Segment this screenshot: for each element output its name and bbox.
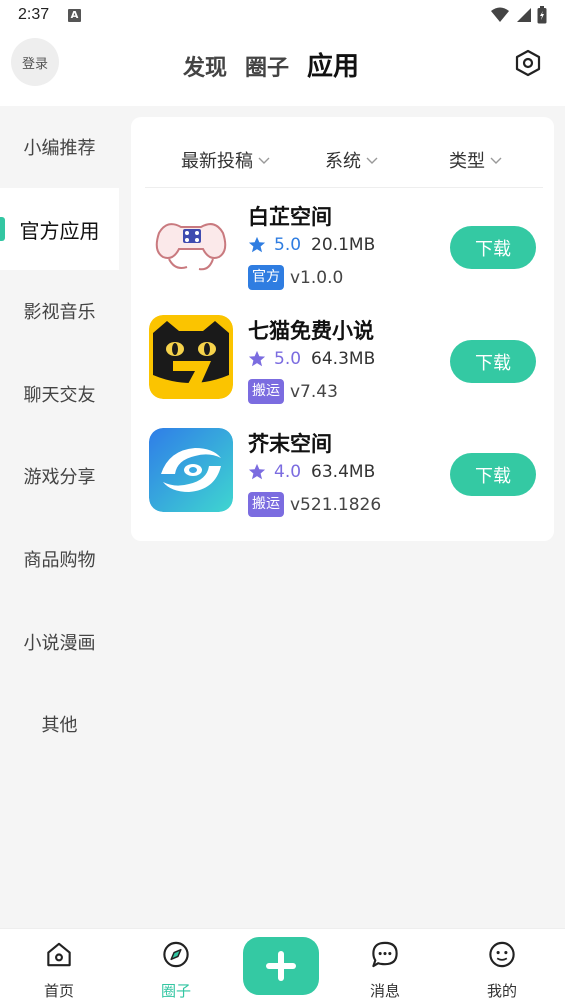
plus-icon xyxy=(266,951,296,981)
app-version: v7.43 xyxy=(290,381,338,402)
sidebar-item-label: 小编推荐 xyxy=(23,138,96,159)
sidebar-item-label: 其他 xyxy=(41,715,78,736)
nav-profile[interactable]: 我的 xyxy=(472,939,532,1001)
nav-label: 圈子 xyxy=(160,982,191,1000)
app-name: 芥末空间 xyxy=(248,432,332,456)
top-tabs: 发现 圈子 应用 xyxy=(183,46,359,83)
tab-apps[interactable]: 应用 xyxy=(307,46,359,83)
cat-seven-icon xyxy=(149,315,233,399)
nav-label: 首页 xyxy=(43,982,74,1000)
sidebar-item-label: 小说漫画 xyxy=(23,633,96,654)
status-bar: 2:37 A xyxy=(0,0,565,32)
bottom-nav: 首页 圈子 消息 我的 xyxy=(0,928,565,1004)
sidebar-item-label: 官方应用 xyxy=(19,218,100,243)
filter-latest[interactable]: 最新投稿 xyxy=(181,147,271,173)
swirl-icon xyxy=(149,428,233,512)
sidebar-item-video-music[interactable]: 影视音乐 xyxy=(0,270,119,352)
chat-icon xyxy=(372,941,398,968)
rating-line: 5.0 20.1MB xyxy=(248,235,375,255)
sidebar-item-game-share[interactable]: 游戏分享 xyxy=(0,435,119,517)
home-icon xyxy=(47,942,71,967)
list-item[interactable]: 七猫免费小说 5.0 64.3MB 搬运 v7.43 下载 xyxy=(131,305,554,417)
nav-home[interactable]: 首页 xyxy=(29,939,89,1001)
status-icons xyxy=(491,6,547,24)
notification-icon: A xyxy=(68,9,81,22)
app-name: 白芷空间 xyxy=(248,205,332,229)
battery-icon xyxy=(537,6,547,24)
status-time: 2:37 xyxy=(18,6,50,23)
app-rating: 4.0 xyxy=(274,462,302,482)
profile-icon xyxy=(489,941,515,968)
filter-type[interactable]: 类型 xyxy=(449,147,503,173)
tab-circle[interactable]: 圈子 xyxy=(245,50,289,82)
chevron-down-icon xyxy=(258,157,270,164)
app-size: 20.1MB xyxy=(311,235,376,255)
nav-circle[interactable]: 圈子 xyxy=(146,939,206,1001)
download-button[interactable]: 下载 xyxy=(450,453,536,496)
chevron-down-icon xyxy=(366,157,378,164)
sidebar-item-official-apps[interactable]: 官方应用 xyxy=(0,188,119,270)
app-version: v1.0.0 xyxy=(290,267,344,288)
filter-label: 系统 xyxy=(325,151,361,172)
star-icon xyxy=(248,463,266,480)
list-item[interactable]: 白芷空间 5.0 20.1MB 官方 v1.0.0 下载 xyxy=(131,191,554,303)
download-button[interactable]: 下载 xyxy=(450,340,536,383)
repost-badge: 搬运 xyxy=(248,492,284,517)
sidebar-item-label: 商品购物 xyxy=(23,550,96,571)
star-icon xyxy=(248,236,266,253)
sidebar-item-novel-comic[interactable]: 小说漫画 xyxy=(0,601,119,683)
nav-messages[interactable]: 消息 xyxy=(355,939,415,1001)
list-item[interactable]: 芥末空间 4.0 63.4MB 搬运 v521.1826 下载 xyxy=(131,418,554,530)
app-name: 七猫免费小说 xyxy=(248,319,374,343)
app-size: 64.3MB xyxy=(311,349,376,369)
app-rating: 5.0 xyxy=(274,349,302,369)
download-button[interactable]: 下载 xyxy=(450,226,536,269)
sidebar-item-other[interactable]: 其他 xyxy=(0,683,119,765)
sidebar-item-label: 游戏分享 xyxy=(23,467,96,488)
filter-bar: 最新投稿 系统 类型 xyxy=(145,117,543,188)
rating-line: 5.0 64.3MB xyxy=(248,349,375,369)
tab-discover[interactable]: 发现 xyxy=(183,50,227,82)
sidebar-item-shopping[interactable]: 商品购物 xyxy=(0,518,119,600)
sidebar-item-chat-social[interactable]: 聊天交友 xyxy=(0,353,119,435)
game-controller-icon xyxy=(149,201,233,285)
repost-badge: 搬运 xyxy=(248,379,284,404)
tag-line: 搬运 v7.43 xyxy=(248,379,338,404)
sidebar-item-label: 影视音乐 xyxy=(23,302,96,323)
sidebar-item-label: 聊天交友 xyxy=(23,385,96,406)
login-button[interactable]: 登录 xyxy=(11,38,59,86)
app-list-card: 最新投稿 系统 类型 白芷空间 5.0 20.1MB 官方 v1.0.0 下载 … xyxy=(131,117,554,541)
hexagon-settings-icon xyxy=(515,49,541,77)
official-badge: 官方 xyxy=(248,265,284,290)
app-header: 登录 发现 圈子 应用 xyxy=(0,32,565,106)
signal-icon xyxy=(517,8,531,22)
add-post-button[interactable] xyxy=(243,937,319,995)
star-icon xyxy=(248,350,266,367)
app-size: 63.4MB xyxy=(311,462,376,482)
app-list-panel: 最新投稿 系统 类型 白芷空间 5.0 20.1MB 官方 v1.0.0 下载 … xyxy=(119,106,565,928)
settings-button[interactable] xyxy=(513,48,543,78)
filter-label: 类型 xyxy=(449,151,485,172)
app-rating: 5.0 xyxy=(274,235,302,255)
active-indicator xyxy=(0,217,5,241)
chevron-down-icon xyxy=(490,157,502,164)
sidebar-item-editor-picks[interactable]: 小编推荐 xyxy=(0,106,119,188)
app-version: v521.1826 xyxy=(290,494,382,515)
nav-label: 消息 xyxy=(369,982,400,1000)
rating-line: 4.0 63.4MB xyxy=(248,462,375,482)
nav-label: 我的 xyxy=(486,982,517,1000)
filter-label: 最新投稿 xyxy=(181,151,253,172)
tag-line: 搬运 v521.1826 xyxy=(248,492,381,517)
tag-line: 官方 v1.0.0 xyxy=(248,265,343,290)
filter-system[interactable]: 系统 xyxy=(325,147,379,173)
wifi-icon xyxy=(491,7,509,22)
compass-icon xyxy=(163,941,189,968)
category-sidebar: 小编推荐 官方应用 影视音乐 聊天交友 游戏分享 商品购物 小说漫画 其他 xyxy=(0,106,119,928)
